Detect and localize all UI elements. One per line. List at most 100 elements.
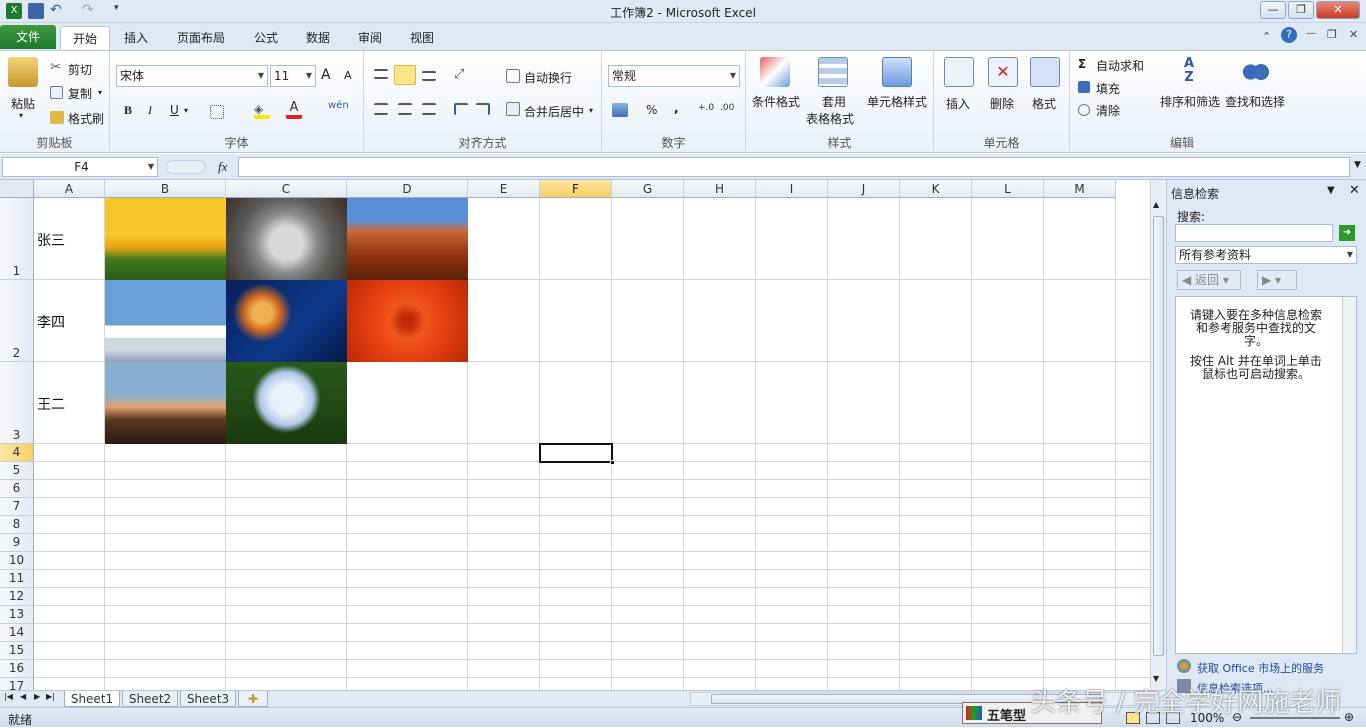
sheet-tab-1[interactable]: Sheet1 [64, 691, 120, 707]
format-as-table-label[interactable]: 表格格式 [806, 110, 854, 127]
column-header-F[interactable]: F [540, 180, 612, 198]
close-button[interactable]: ✕ [1316, 1, 1360, 19]
sort-filter-button[interactable]: 排序和筛选 [1160, 93, 1220, 110]
copy-button[interactable]: 复制 [68, 85, 92, 102]
currency-icon[interactable] [612, 103, 628, 117]
row-header-5[interactable]: 5 [0, 462, 34, 480]
align-bottom-icon[interactable] [422, 71, 436, 81]
column-header-A[interactable]: A [34, 180, 105, 198]
cell-A2[interactable]: 李四 [37, 312, 65, 332]
row-header-1[interactable]: 1 [0, 198, 34, 280]
paste-icon[interactable] [8, 57, 38, 87]
column-header-B[interactable]: B [105, 180, 226, 198]
comma-button[interactable]: , [674, 101, 679, 115]
last-sheet-icon[interactable]: ▶| [46, 692, 55, 701]
office-market-link[interactable]: 获取 Office 市场上的服务 [1197, 660, 1324, 676]
column-header-H[interactable]: H [684, 180, 756, 198]
clear-button[interactable]: 清除 [1096, 102, 1120, 119]
row-header-2[interactable]: 2 [0, 280, 34, 362]
scroll-up-icon[interactable]: ▲ [1153, 200, 1159, 209]
pane-close-icon[interactable]: ✕ [1349, 183, 1360, 198]
row-header-6[interactable]: 6 [0, 480, 34, 498]
back-button[interactable]: ◀ 返回 ▾ [1177, 270, 1241, 290]
merge-center-button[interactable]: 合并后居中 [524, 103, 584, 120]
row-header-4[interactable]: 4 [0, 444, 34, 462]
picture-tulips[interactable] [105, 198, 226, 280]
tab-formulas[interactable]: 公式 [244, 26, 288, 50]
reference-source-select[interactable]: 所有参考资料 ▼ [1175, 246, 1357, 264]
name-box[interactable]: F4 ▼ [2, 157, 158, 177]
start-search-icon[interactable]: ➜ [1339, 225, 1355, 241]
number-format-combo[interactable]: 常规 ▼ [608, 65, 740, 87]
zoom-in-icon[interactable]: ⊕ [1344, 710, 1354, 724]
row-header-17[interactable]: 17 [0, 678, 34, 690]
column-header-G[interactable]: G [612, 180, 684, 198]
insert-cells-button[interactable]: 插入 [946, 95, 970, 112]
help-icon[interactable]: ? [1281, 27, 1297, 43]
row-header-8[interactable]: 8 [0, 516, 34, 534]
cut-button[interactable]: 剪切 [68, 61, 92, 78]
row-header-15[interactable]: 15 [0, 642, 34, 660]
workbook-minimize-icon[interactable]: — [1306, 28, 1316, 39]
align-center-icon[interactable] [398, 103, 412, 115]
row-header-9[interactable]: 9 [0, 534, 34, 552]
active-cell-frame[interactable] [539, 443, 615, 465]
row-header-12[interactable]: 12 [0, 588, 34, 606]
align-middle-icon[interactable] [394, 65, 416, 85]
column-header-L[interactable]: L [972, 180, 1044, 198]
borders-icon[interactable] [210, 105, 224, 119]
column-header-M[interactable]: M [1044, 180, 1116, 198]
paste-button[interactable]: 粘贴 [11, 95, 35, 112]
column-header-I[interactable]: I [756, 180, 828, 198]
workbook-restore-icon[interactable]: ❐ [1327, 28, 1337, 41]
expand-formula-icon[interactable]: ▼ [1354, 160, 1361, 170]
shrink-font-button[interactable]: A [344, 69, 352, 82]
tab-file[interactable]: 文件 [0, 25, 56, 49]
tab-data[interactable]: 数据 [296, 26, 340, 50]
column-header-D[interactable]: D [347, 180, 468, 198]
prev-sheet-icon[interactable]: ◀ [20, 692, 26, 701]
expand-name-icon[interactable] [166, 160, 206, 174]
row-header-13[interactable]: 13 [0, 606, 34, 624]
format-painter-button[interactable]: 格式刷 [68, 110, 104, 127]
tab-review[interactable]: 审阅 [348, 26, 392, 50]
fill-button[interactable]: 填充 [1096, 80, 1120, 97]
tab-insert[interactable]: 插入 [114, 26, 158, 50]
decrease-indent-icon[interactable] [454, 103, 468, 115]
workbook-close-icon[interactable]: ✕ [1349, 28, 1358, 41]
tab-view[interactable]: 视图 [400, 26, 444, 50]
row-header-14[interactable]: 14 [0, 624, 34, 642]
scroll-thumb[interactable] [1153, 216, 1164, 656]
font-color-icon[interactable]: A [286, 101, 302, 119]
tab-home[interactable]: 开始 [60, 26, 110, 50]
autosum-button[interactable]: 自动求和 [1096, 57, 1144, 74]
restore-button[interactable]: ❐ [1288, 1, 1314, 19]
column-header-K[interactable]: K [900, 180, 972, 198]
underline-button[interactable]: U [170, 103, 179, 117]
grow-font-button[interactable]: A [321, 67, 331, 83]
copy-dropdown-icon[interactable]: ▾ [98, 88, 102, 97]
select-all-corner[interactable] [0, 180, 34, 198]
search-input[interactable] [1175, 224, 1333, 242]
format-as-table-button[interactable]: 套用 [822, 93, 846, 110]
insert-function-button[interactable]: fx [218, 159, 227, 175]
picture-koala[interactable] [226, 198, 347, 280]
bold-button[interactable]: B [124, 103, 132, 118]
results-scrollbar[interactable] [1342, 297, 1356, 653]
align-right-icon[interactable] [422, 103, 436, 115]
orientation-icon[interactable]: ⤢ [454, 67, 464, 82]
row-header-3[interactable]: 3 [0, 362, 34, 444]
cell-A1[interactable]: 张三 [37, 230, 65, 250]
row-header-7[interactable]: 7 [0, 498, 34, 516]
pane-options-icon[interactable]: ▼ [1327, 185, 1335, 196]
column-header-E[interactable]: E [468, 180, 540, 198]
underline-dropdown-icon[interactable]: ▾ [184, 106, 188, 115]
insert-sheet-icon[interactable]: ✚ [238, 691, 268, 707]
align-top-icon[interactable] [374, 69, 388, 79]
tab-page-layout[interactable]: 页面布局 [168, 26, 234, 50]
minimize-button[interactable]: — [1260, 1, 1286, 19]
picture-desert[interactable] [347, 198, 468, 280]
format-cells-button[interactable]: 格式 [1032, 95, 1056, 112]
next-sheet-icon[interactable]: ▶ [34, 692, 40, 701]
picture-chrysanthemum[interactable] [347, 280, 468, 362]
